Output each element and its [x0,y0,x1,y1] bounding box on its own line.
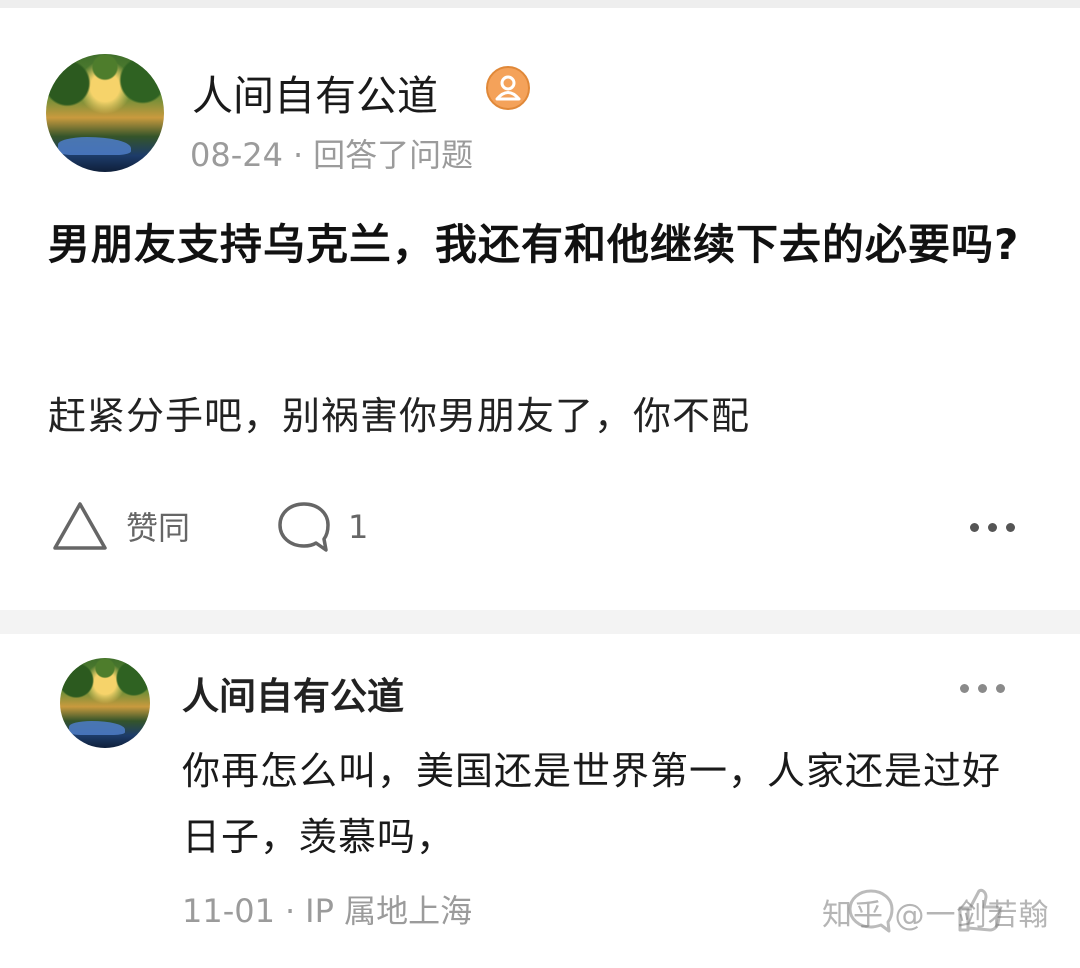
comment-more-icon[interactable] [960,684,1005,693]
comment-button[interactable]: 1 [276,500,368,554]
comment-date: 11-01 [182,892,275,930]
post-date: 08-24 [190,136,283,174]
author-name[interactable]: 人间自有公道 [192,62,438,122]
author-avatar[interactable] [46,54,164,172]
upvote-button[interactable]: 赞同 [52,500,190,552]
comment-meta-separator: · [284,892,296,930]
answer-text[interactable]: 赶紧分手吧，别祸害你男朋友了，你不配 [48,390,1038,442]
post-meta: 08-24 · 回答了问题 [190,130,473,176]
comment-meta: 11-01 · IP 属地上海 [182,886,472,932]
comment-author-name[interactable]: 人间自有公道 [182,666,404,720]
comment-avatar[interactable] [60,658,150,748]
comment-count: 1 [348,508,369,546]
meta-separator: · [292,136,304,174]
top-divider [0,0,1080,8]
user-badge-icon [486,66,530,110]
comment-bubble-icon [278,502,330,552]
watermark: 知乎 @一剑若翰 [822,898,1050,933]
question-title[interactable]: 男朋友支持乌克兰，我还有和他继续下去的必要吗? [48,204,1038,286]
comment-text[interactable]: 你再怎么叫，美国还是世界第一，人家还是过好日子，羡慕吗， [182,738,1022,870]
post-action-text: 回答了问题 [313,136,474,174]
triangle-up-icon [53,502,107,550]
more-dots-icon[interactable] [970,523,1015,532]
action-bar: 赞同 1 [0,492,1080,562]
section-divider [0,610,1080,634]
upvote-label: 赞同 [126,509,191,547]
comment-location: IP 属地上海 [305,892,473,930]
